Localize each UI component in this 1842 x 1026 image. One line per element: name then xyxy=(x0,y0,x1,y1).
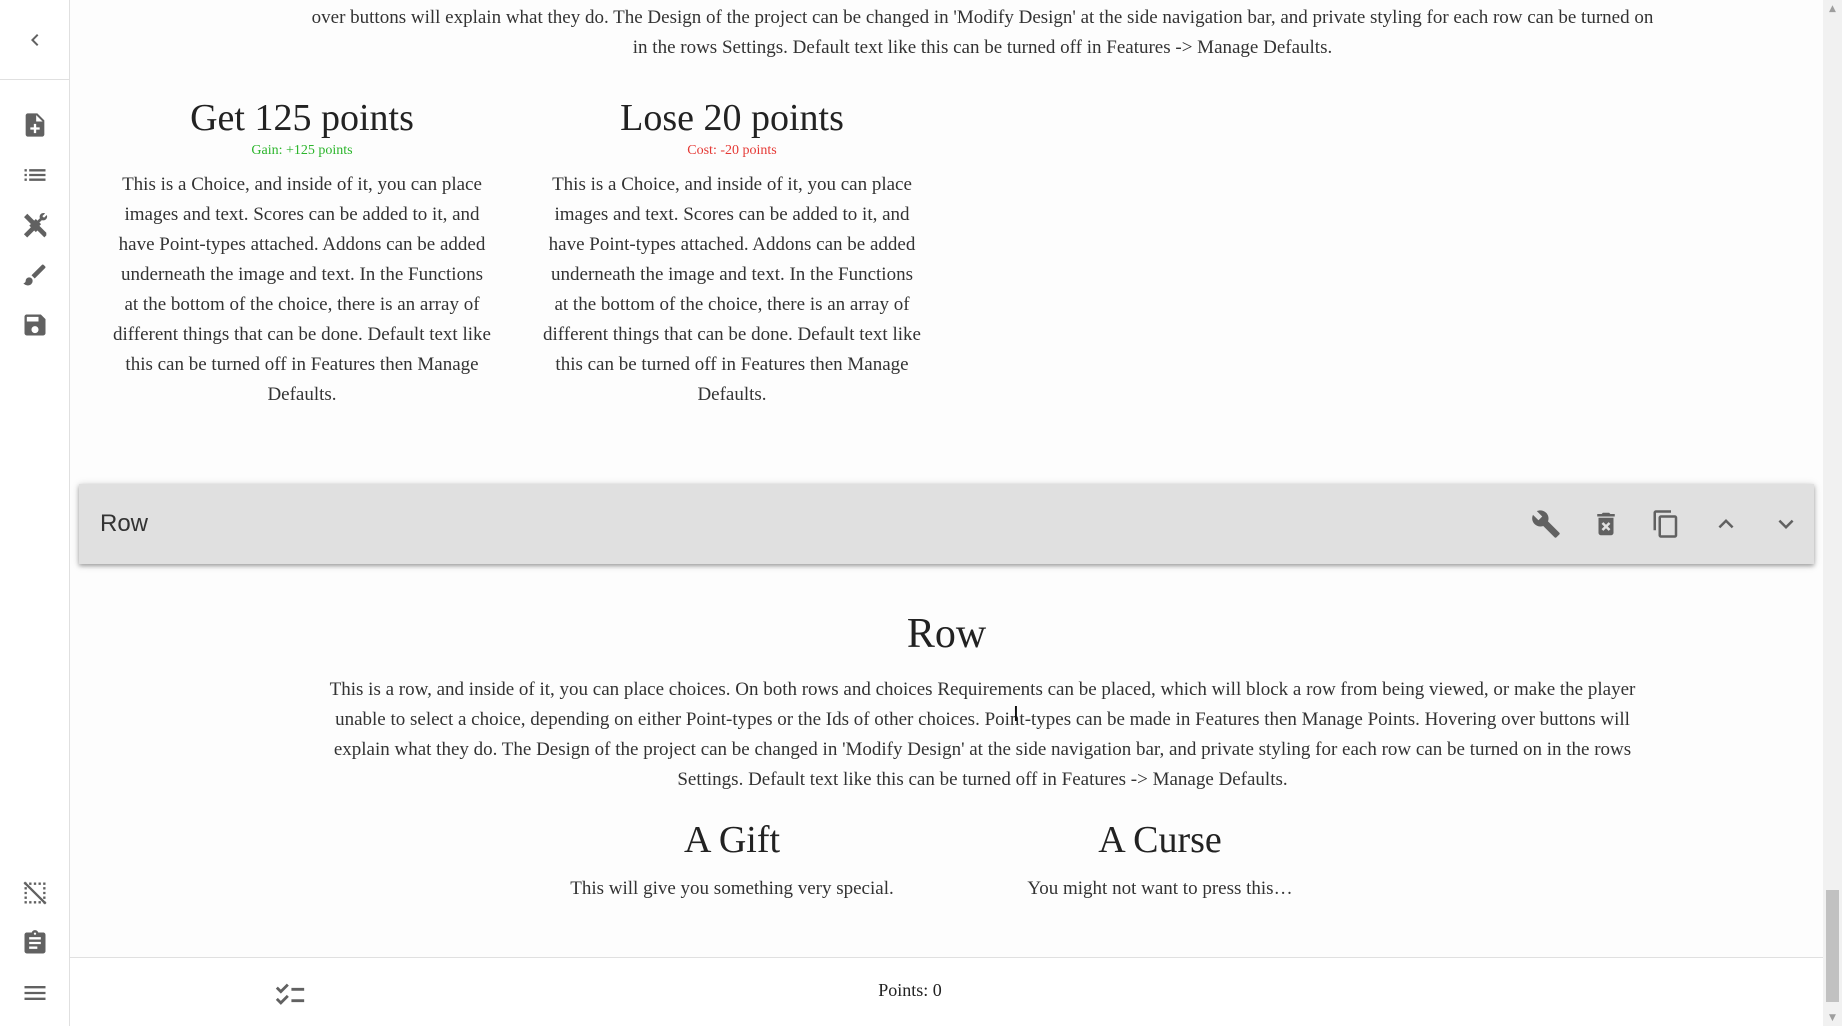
chevron-up-icon xyxy=(1718,519,1734,529)
menu-icon xyxy=(24,986,46,1000)
features-nav-button[interactable] xyxy=(0,205,70,245)
choice-card[interactable]: A Curse You might not want to press this… xyxy=(950,818,1370,904)
clipboard-icon xyxy=(24,930,46,954)
choice-title: Get 125 points xyxy=(190,97,414,139)
row-description: This is a row, and inside of it, you can… xyxy=(329,679,1636,790)
choice-text: This is a Choice, and inside of it, you … xyxy=(543,174,921,405)
main-content: or make the player unable to select a ch… xyxy=(70,0,1823,957)
brush-icon xyxy=(23,264,46,286)
rows-list-nav-button[interactable] xyxy=(0,155,70,195)
move-row-up-button[interactable] xyxy=(1706,504,1746,544)
file-plus-icon xyxy=(25,113,45,137)
hide-images-nav-button[interactable] xyxy=(0,873,70,913)
save-icon xyxy=(24,314,46,336)
menu-nav-button[interactable] xyxy=(0,973,70,1013)
wrench-icon xyxy=(1532,510,1560,538)
clipboard-nav-button[interactable] xyxy=(0,923,70,963)
modify-design-nav-button[interactable] xyxy=(0,255,70,295)
image-off-icon xyxy=(23,881,47,905)
choice-text: This will give you something very specia… xyxy=(570,878,894,899)
points-bar: Points: 0 xyxy=(70,957,1823,1026)
choice-card[interactable]: A Gift This will give you something very… xyxy=(522,818,942,904)
choice-score: Cost: -20 points xyxy=(687,143,777,158)
scroll-up-arrow-icon[interactable]: ▲ xyxy=(1823,0,1842,17)
choice-card[interactable]: Lose 20 points Cost: -20 points This is … xyxy=(542,96,922,410)
copy-row-button[interactable] xyxy=(1646,504,1686,544)
choice-title: A Curse xyxy=(1098,819,1222,861)
choice-title: Lose 20 points xyxy=(620,97,844,139)
save-nav-button[interactable] xyxy=(0,305,70,345)
row-description-top: or make the player unable to select a ch… xyxy=(311,7,1654,58)
row-toolbar-label: Row xyxy=(100,510,149,537)
choice-card[interactable]: Get 125 points Gain: +125 points This is… xyxy=(112,96,492,410)
choice-text: You might not want to press this… xyxy=(1027,878,1293,899)
delete-row-button[interactable] xyxy=(1586,504,1626,544)
choice-text: This is a Choice, and inside of it, you … xyxy=(113,174,491,405)
chevron-down-icon xyxy=(1778,519,1794,529)
collapse-nav-button[interactable] xyxy=(0,0,70,80)
text-cursor: I xyxy=(1013,702,1019,726)
row-title: Row xyxy=(906,611,987,657)
points-display: Points: 0 xyxy=(878,980,942,1000)
choice-score: Gain: +125 points xyxy=(251,143,353,158)
new-file-nav-button[interactable] xyxy=(0,105,70,145)
delete-icon xyxy=(1597,512,1615,536)
vertical-scrollbar[interactable]: ▲ ▼ xyxy=(1823,0,1842,1026)
tools-icon xyxy=(23,212,48,238)
scroll-down-arrow-icon[interactable]: ▼ xyxy=(1823,1009,1842,1026)
chevron-left-icon xyxy=(31,33,39,46)
row-settings-button[interactable] xyxy=(1526,504,1566,544)
move-row-down-button[interactable] xyxy=(1766,504,1806,544)
list-icon xyxy=(24,169,46,181)
row-toolbar: Row xyxy=(79,484,1814,564)
choice-title: A Gift xyxy=(683,819,781,861)
scroll-thumb[interactable] xyxy=(1826,890,1839,1002)
copy-icon xyxy=(1653,510,1678,538)
side-navigation xyxy=(0,0,70,1026)
